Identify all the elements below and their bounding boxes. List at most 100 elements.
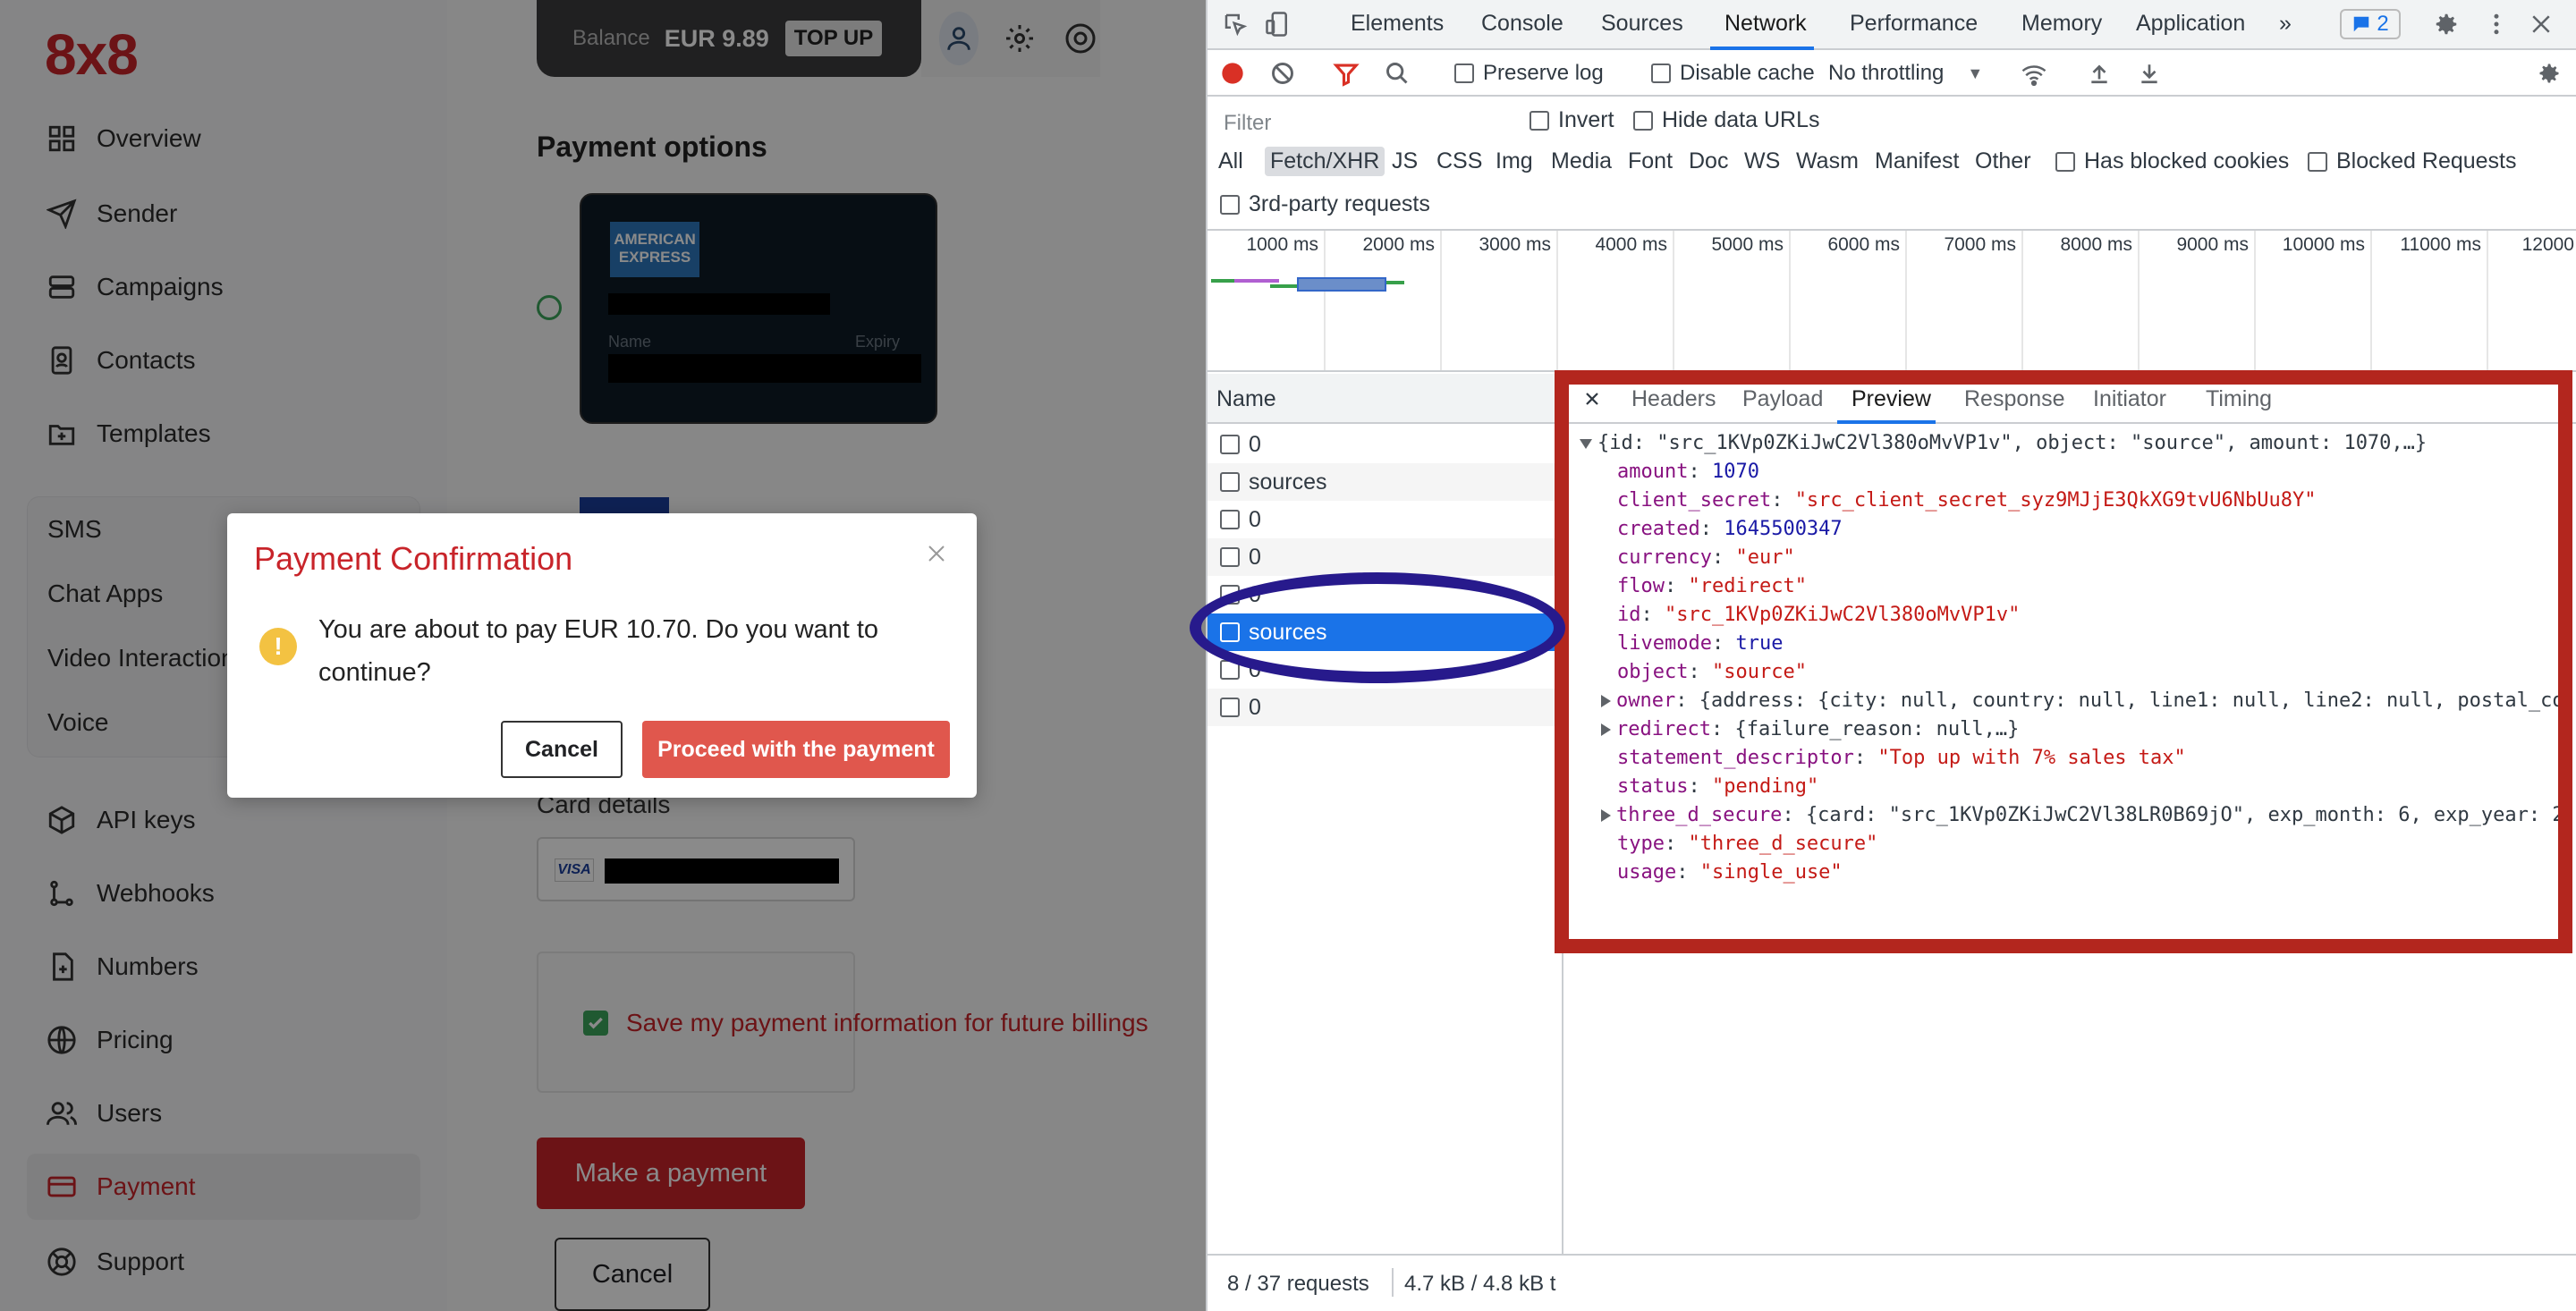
type-media[interactable]: Media xyxy=(1551,148,1612,174)
hide-data-urls-checkbox[interactable]: Hide data URLs xyxy=(1633,107,1819,133)
request-detail-pane: Headers Payload Preview Response Initiat… xyxy=(1565,374,2576,1254)
more-tabs-button[interactable]: » xyxy=(2279,11,2292,37)
settings-gear-icon[interactable] xyxy=(2433,11,2460,38)
timeline-gridline xyxy=(2370,231,2372,370)
json-line: flow: "redirect" xyxy=(1617,575,1807,597)
type-all[interactable]: All xyxy=(1218,148,1243,174)
timeline-tick: 12000 xyxy=(2521,234,2574,255)
request-row-selected[interactable]: sources xyxy=(1208,613,1563,651)
type-js[interactable]: JS xyxy=(1392,148,1418,174)
timeline-tick: 4000 ms xyxy=(1595,234,1667,255)
proceed-payment-button[interactable]: Proceed with the payment xyxy=(642,721,950,778)
json-line: amount: 1070 xyxy=(1617,461,1759,483)
json-line-expandable[interactable]: owner: {address: {city: null, country: n… xyxy=(1601,687,2564,715)
network-timeline[interactable]: 1000 ms 2000 ms 3000 ms 4000 ms 5000 ms … xyxy=(1208,231,2576,372)
tab-payload[interactable]: Payload xyxy=(1742,386,1823,412)
status-divider xyxy=(1392,1268,1394,1297)
request-row[interactable]: 0 xyxy=(1208,651,1563,689)
inspect-element-icon[interactable] xyxy=(1222,11,1249,38)
tab-elements[interactable]: Elements xyxy=(1351,11,1444,37)
request-row[interactable]: 0 xyxy=(1208,426,1563,463)
tab-preview[interactable]: Preview xyxy=(1852,386,1931,412)
name-column-header[interactable]: Name xyxy=(1208,374,1563,424)
json-value: "three_d_secure" xyxy=(1688,833,1878,855)
expand-triangle-icon xyxy=(1601,695,1611,707)
tab-sources[interactable]: Sources xyxy=(1601,11,1683,37)
active-tab-indicator xyxy=(1837,420,1936,424)
invert-label: Invert xyxy=(1558,107,1614,132)
json-line-expandable[interactable]: redirect: {failure_reason: null,…} xyxy=(1601,715,2019,744)
json-value: true xyxy=(1735,632,1784,655)
timeline-gridline xyxy=(1789,231,1791,370)
export-har-icon[interactable] xyxy=(2138,61,2161,86)
preserve-log-checkbox[interactable]: Preserve log xyxy=(1454,61,1604,86)
request-name: 0 xyxy=(1249,544,1261,570)
json-preview: {id: "src_1KVp0ZKiJwC2Vl380oMvVP1v", obj… xyxy=(1565,429,2576,966)
request-name: sources xyxy=(1249,469,1327,495)
type-img[interactable]: Img xyxy=(1496,148,1533,174)
clear-icon[interactable] xyxy=(1270,61,1295,86)
type-manifest[interactable]: Manifest xyxy=(1875,148,1959,174)
kebab-menu-icon[interactable] xyxy=(2483,11,2510,38)
device-toolbar-icon[interactable] xyxy=(1265,11,1292,38)
tab-initiator[interactable]: Initiator xyxy=(2093,386,2166,412)
json-value: "single_use" xyxy=(1699,861,1843,884)
request-count: 8 / 37 requests xyxy=(1227,1272,1369,1296)
tab-timing[interactable]: Timing xyxy=(2206,386,2272,412)
close-icon[interactable] xyxy=(1581,388,1603,410)
request-row[interactable]: 0 xyxy=(1208,501,1563,538)
type-css[interactable]: CSS xyxy=(1436,148,1482,174)
filter-input[interactable]: Filter xyxy=(1215,104,1510,140)
json-value: {card: "src_1KVp0ZKiJwC2Vl38LR0B69jO", e… xyxy=(1805,804,2564,826)
tab-memory[interactable]: Memory xyxy=(2021,11,2102,37)
json-line-expandable[interactable]: three_d_secure: {card: "src_1KVp0ZKiJwC2… xyxy=(1601,801,2564,830)
request-name: 0 xyxy=(1249,431,1261,457)
blocked-requests-checkbox[interactable]: Blocked Requests xyxy=(2308,148,2517,174)
type-ws[interactable]: WS xyxy=(1744,148,1780,174)
json-value: "eur" xyxy=(1735,546,1795,569)
network-conditions-icon[interactable] xyxy=(2020,61,2048,88)
has-blocked-cookies-checkbox[interactable]: Has blocked cookies xyxy=(2055,148,2289,174)
tab-headers[interactable]: Headers xyxy=(1631,386,1716,412)
request-row[interactable]: 0 xyxy=(1208,576,1563,613)
filter-icon[interactable] xyxy=(1333,61,1360,88)
dropdown-caret-icon: ▼ xyxy=(1967,63,1984,82)
json-root[interactable]: {id: "src_1KVp0ZKiJwC2Vl380oMvVP1v", obj… xyxy=(1580,429,2427,458)
record-icon[interactable] xyxy=(1220,61,1245,86)
import-har-icon[interactable] xyxy=(2088,61,2111,86)
timeline-bar xyxy=(1386,281,1404,284)
request-row[interactable]: 0 xyxy=(1208,538,1563,576)
json-value: {failure_reason: null,…} xyxy=(1734,718,2020,740)
request-name: 0 xyxy=(1249,694,1261,720)
type-wasm[interactable]: Wasm xyxy=(1796,148,1859,174)
disable-cache-checkbox[interactable]: Disable cache xyxy=(1651,61,1815,86)
dialog-message: You are about to pay EUR 10.70. Do you w… xyxy=(318,615,879,687)
close-devtools-icon[interactable] xyxy=(2528,11,2555,38)
warning-icon: ! xyxy=(259,628,297,665)
tab-console[interactable]: Console xyxy=(1481,11,1563,37)
type-other[interactable]: Other xyxy=(1975,148,2031,174)
issues-badge[interactable]: 2 xyxy=(2340,9,2401,39)
search-icon[interactable] xyxy=(1385,61,1410,86)
close-icon[interactable] xyxy=(923,540,950,567)
request-row[interactable]: sources xyxy=(1208,463,1563,501)
type-font[interactable]: Font xyxy=(1628,148,1673,174)
request-row[interactable]: 0 xyxy=(1208,689,1563,726)
third-party-checkbox[interactable]: 3rd-party requests xyxy=(1220,191,1430,217)
timeline-gridline xyxy=(2254,231,2256,370)
collapse-triangle-icon xyxy=(1580,438,1592,449)
timeline-tick: 8000 ms xyxy=(2060,234,2132,255)
tab-network[interactable]: Network xyxy=(1724,11,1807,37)
timeline-gridline xyxy=(1324,231,1326,370)
timeline-tick: 10000 ms xyxy=(2282,234,2365,255)
type-doc[interactable]: Doc xyxy=(1689,148,1728,174)
tab-response[interactable]: Response xyxy=(1964,386,2065,412)
invert-checkbox[interactable]: Invert xyxy=(1530,107,1614,133)
tab-performance[interactable]: Performance xyxy=(1850,11,1978,37)
type-fetch-xhr[interactable]: Fetch/XHR xyxy=(1265,147,1385,176)
network-settings-icon[interactable] xyxy=(2537,61,2562,86)
network-status-bar: 8 / 37 requests 4.7 kB / 4.8 kB t xyxy=(1208,1254,2576,1311)
throttling-select[interactable]: No throttling ▼ xyxy=(1828,61,1983,86)
tab-application[interactable]: Application xyxy=(2136,11,2245,37)
dialog-cancel-button[interactable]: Cancel xyxy=(501,721,623,778)
